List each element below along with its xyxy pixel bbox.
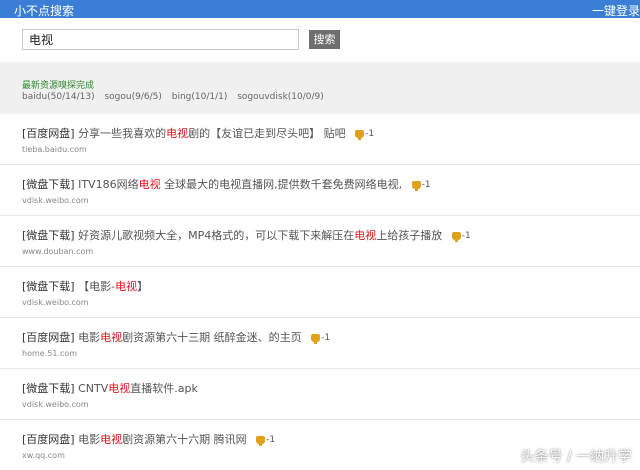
- result-item: [微盘下载] 好资源儿歌视频大全，MP4格式的，可以下载下来解压在电视上给孩子播…: [0, 216, 640, 267]
- result-source-tag: [微盘下载]: [22, 229, 75, 242]
- vote-count: -1: [421, 180, 431, 190]
- thumbs-down-button[interactable]: -1: [451, 231, 471, 242]
- source-count-sogouvdisk: sogouvdisk(10/0/9): [237, 92, 324, 102]
- result-title-link[interactable]: [百度网盘] 分享一些我喜欢的电视剧的【友谊已走到尽头吧】 贴吧 -1: [22, 125, 374, 141]
- result-title-pre: 【电影-: [78, 280, 116, 293]
- source-count-bing: bing(10/1/1): [171, 92, 228, 102]
- result-url: vdisk.weibo.com: [22, 400, 89, 409]
- result-source-tag: [百度网盘]: [22, 127, 75, 140]
- search-bar: 搜索: [0, 18, 640, 62]
- watermark: 头条号 / 一纳升学: [520, 449, 632, 465]
- thumbs-down-button[interactable]: -1: [411, 180, 431, 191]
- result-title-link[interactable]: [微盘下载] ITV186网络电视 全球最大的电视直播网,提供数千套免费网络电视…: [22, 176, 431, 192]
- result-title-link[interactable]: [百度网盘] 电影电视剧资源第六十六期 腾讯网 -1: [22, 431, 275, 447]
- search-input[interactable]: [22, 29, 299, 50]
- result-source-tag: [微盘下载]: [22, 178, 75, 191]
- result-title-link[interactable]: [百度网盘] 电影电视剧资源第六十三期 纸醉金迷、的主页 -1: [22, 329, 330, 345]
- result-item: [微盘下载] 【电影-电视】 vdisk.weibo.com: [0, 267, 640, 318]
- result-title-pre: ITV186网络: [78, 178, 139, 191]
- crawl-status-panel: 最新资源嗅探完成 baidu(50/14/13) sogou(9/6/5) bi…: [0, 62, 640, 114]
- result-title-highlight: 电视: [100, 433, 123, 446]
- result-title-post: 剧资源第六十六期 腾讯网: [122, 433, 247, 446]
- result-list: [百度网盘] 分享一些我喜欢的电视剧的【友谊已走到尽头吧】 贴吧 -1 tieb…: [0, 114, 640, 470]
- source-count-baidu: baidu(50/14/13): [22, 92, 95, 102]
- thumbs-down-icon: [451, 231, 461, 242]
- result-title-pre: 电影: [78, 433, 101, 446]
- vote-count: -1: [461, 231, 471, 241]
- result-title-pre: 电影: [78, 331, 101, 344]
- result-source-tag: [微盘下载]: [22, 280, 75, 293]
- one-click-login-link[interactable]: 一键登录: [592, 2, 640, 19]
- result-source-tag: [微盘下载]: [22, 382, 75, 395]
- result-title-post: 全球最大的电视直播网,提供数千套免费网络电视,: [160, 178, 403, 191]
- result-title-highlight: 电视: [108, 382, 131, 395]
- result-title-post: 剧的【友谊已走到尽头吧】 贴吧: [188, 127, 346, 140]
- source-count-sogou: sogou(9/6/5): [104, 92, 162, 102]
- thumbs-down-icon: [256, 435, 266, 446]
- thumbs-down-icon: [411, 180, 421, 191]
- result-title-post: 上给孩子播放: [376, 229, 443, 242]
- result-url: home.51.com: [22, 349, 78, 358]
- result-title-highlight: 电视: [138, 178, 161, 191]
- thumbs-down-icon: [355, 129, 365, 140]
- vote-count: -1: [321, 333, 331, 343]
- thumbs-down-button[interactable]: -1: [355, 129, 375, 140]
- result-title-link[interactable]: [微盘下载] 好资源儿歌视频大全，MP4格式的，可以下载下来解压在电视上给孩子播…: [22, 227, 471, 243]
- search-button[interactable]: 搜索: [309, 30, 340, 49]
- result-url: vdisk.weibo.com: [22, 298, 89, 307]
- top-bar: 小不点搜索 一键登录: [0, 0, 640, 18]
- result-item: [百度网盘] 分享一些我喜欢的电视剧的【友谊已走到尽头吧】 贴吧 -1 tieb…: [0, 114, 640, 165]
- result-title-highlight: 电视: [354, 229, 377, 242]
- result-title-highlight: 电视: [100, 331, 123, 344]
- result-title-link[interactable]: [微盘下载] CNTV电视直播软件.apk: [22, 380, 198, 396]
- result-item: [微盘下载] ITV186网络电视 全球最大的电视直播网,提供数千套免费网络电视…: [0, 165, 640, 216]
- thumbs-down-button[interactable]: -1: [311, 333, 331, 344]
- thumbs-down-icon: [311, 333, 321, 344]
- result-source-tag: [百度网盘]: [22, 331, 75, 344]
- result-url: vdisk.weibo.com: [22, 196, 89, 205]
- result-url: xw.qq.com: [22, 451, 65, 460]
- result-title-pre: CNTV: [78, 382, 109, 395]
- crawl-status-title: 最新资源嗅探完成: [22, 81, 95, 91]
- result-title-pre: 好资源儿歌视频大全，MP4格式的，可以下载下来解压在: [78, 229, 355, 242]
- result-item: [百度网盘] 电影电视剧资源第六十三期 纸醉金迷、的主页 -1 home.51.…: [0, 318, 640, 369]
- result-url: www.douban.com: [22, 247, 94, 256]
- thumbs-down-button[interactable]: -1: [256, 435, 276, 446]
- vote-count: -1: [365, 129, 375, 139]
- result-title-link[interactable]: [微盘下载] 【电影-电视】: [22, 278, 148, 294]
- result-title-highlight: 电视: [166, 127, 189, 140]
- site-logo-text[interactable]: 小不点搜索: [14, 2, 74, 19]
- result-url: tieba.baidu.com: [22, 145, 87, 154]
- result-title-post: 】: [137, 280, 149, 293]
- result-source-tag: [百度网盘]: [22, 433, 75, 446]
- result-title-pre: 分享一些我喜欢的: [78, 127, 167, 140]
- source-counts: baidu(50/14/13) sogou(9/6/5) bing(10/1/1…: [22, 92, 331, 102]
- result-title-post: 剧资源第六十三期 纸醉金迷、的主页: [122, 331, 302, 344]
- result-item: [微盘下载] CNTV电视直播软件.apk vdisk.weibo.com: [0, 369, 640, 420]
- vote-count: -1: [266, 435, 276, 445]
- result-title-highlight: 电视: [115, 280, 138, 293]
- result-title-post: 直播软件.apk: [130, 382, 198, 395]
